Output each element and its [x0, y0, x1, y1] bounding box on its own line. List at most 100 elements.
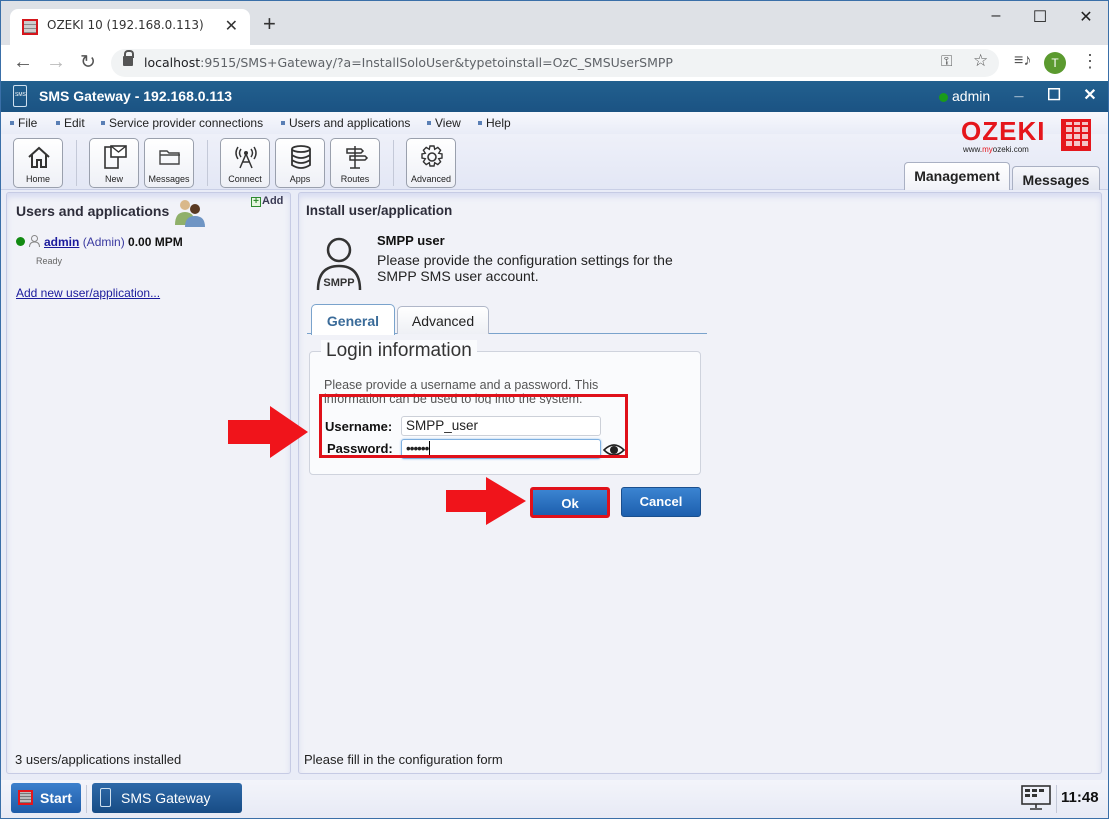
- messages-button[interactable]: Messages: [144, 138, 194, 188]
- form-description: Please provide the configuration setting…: [377, 252, 673, 284]
- add-new-user-link[interactable]: Add new user/application...: [16, 286, 160, 300]
- reload-icon[interactable]: ↻: [76, 51, 100, 74]
- plus-icon: +: [251, 197, 261, 207]
- ozeki-grid-icon: [1061, 119, 1091, 151]
- users-panel: Users and applications + Add admin (Admin…: [6, 192, 291, 774]
- smpp-icon-label: SMPP: [323, 277, 354, 289]
- navigation-bar: ← → ↻ localhost:9515/SMS+Gateway/?a=Inst…: [1, 45, 1108, 81]
- close-window-button[interactable]: ✕: [1071, 7, 1101, 27]
- gear-icon: [421, 145, 443, 167]
- user-role: (Admin): [82, 235, 125, 249]
- install-panel-title: Install user/application: [306, 203, 453, 218]
- ozeki-app: SMS SMS Gateway - 192.168.0.113 admin _ …: [1, 81, 1108, 818]
- brand-url-prefix: www.: [963, 145, 983, 154]
- cancel-button[interactable]: Cancel: [621, 487, 701, 517]
- star-icon[interactable]: ☆: [973, 51, 988, 71]
- toolbar-separator: [76, 140, 77, 186]
- profile-avatar[interactable]: T: [1044, 52, 1066, 74]
- list-item: admin (Admin) 0.00 MPM: [16, 235, 183, 249]
- ok-button[interactable]: Ok: [530, 487, 610, 518]
- new-label: New: [104, 174, 123, 184]
- add-user-button[interactable]: + Add: [251, 195, 283, 207]
- minimize-window-button[interactable]: –: [981, 7, 1011, 25]
- toolbar: Home New Messages Connect Apps Routes Ad…: [1, 116, 1108, 190]
- advanced-label: Advanced: [410, 174, 452, 184]
- logo-text: SMS: [15, 92, 26, 98]
- app-maximize-button[interactable]: ☐: [1044, 85, 1064, 105]
- menu-users-and-applications[interactable]: Users and applications: [281, 116, 410, 130]
- routes-button[interactable]: Routes: [330, 138, 380, 188]
- tab-title: OZEKI 10 (192.168.0.113): [47, 18, 204, 32]
- menu-help[interactable]: Help: [478, 116, 511, 130]
- new-tab-button[interactable]: +: [263, 11, 276, 37]
- app-minimize-button[interactable]: _: [1009, 82, 1029, 100]
- start-label: Start: [40, 790, 72, 806]
- app-titlebar: SMS SMS Gateway - 192.168.0.113 admin _ …: [1, 81, 1108, 112]
- menu-service-provider-connections[interactable]: Service provider connections: [101, 116, 263, 130]
- close-tab-icon[interactable]: ✕: [225, 16, 238, 36]
- new-button[interactable]: New: [89, 138, 139, 188]
- add-label: Add: [262, 195, 284, 207]
- back-icon[interactable]: ←: [11, 51, 35, 74]
- media-icon[interactable]: ≡♪: [1014, 52, 1031, 70]
- user-icon: [29, 235, 40, 247]
- signpost-icon: [346, 146, 369, 169]
- form-heading: SMPP user: [377, 233, 445, 248]
- browser-window: OZEKI 10 (192.168.0.113) ✕ + – ☐ ✕ ← → ↻…: [0, 0, 1109, 819]
- lock-icon[interactable]: [123, 50, 134, 66]
- form-status: Please fill in the configuration form: [304, 752, 503, 767]
- taskbar-separator: [1056, 785, 1057, 813]
- fieldset-legend: Login information: [321, 340, 477, 362]
- current-user[interactable]: admin: [952, 88, 990, 104]
- app-title: SMS Gateway - 192.168.0.113: [39, 88, 233, 104]
- tab-advanced[interactable]: Advanced: [397, 306, 489, 334]
- connect-button[interactable]: Connect: [220, 138, 270, 188]
- arrow-to-ok-icon: [446, 477, 526, 525]
- forward-icon[interactable]: →: [44, 51, 68, 74]
- ozeki-favicon-icon: [22, 19, 38, 35]
- menu-bar: File Edit Service provider connections U…: [1, 112, 1108, 134]
- ozeki-start-icon: [18, 790, 33, 805]
- monitor-icon[interactable]: [1021, 785, 1051, 811]
- browser-tab[interactable]: OZEKI 10 (192.168.0.113) ✕: [10, 9, 250, 45]
- tab-management[interactable]: Management: [904, 162, 1010, 190]
- home-label: Home: [25, 174, 50, 184]
- home-icon: [28, 146, 50, 168]
- menu-icon[interactable]: ⋮: [1081, 51, 1099, 72]
- menu-edit[interactable]: Edit: [56, 116, 85, 130]
- url-text[interactable]: localhost:9515/SMS+Gateway/?a=InstallSol…: [144, 55, 673, 70]
- connect-label: Connect: [228, 174, 262, 184]
- users-panel-title: Users and applications: [16, 203, 170, 219]
- toolbar-separator: [393, 140, 394, 186]
- arrow-to-credentials-icon: [228, 406, 308, 458]
- app-close-button[interactable]: ✕: [1080, 85, 1100, 105]
- brand-name: OZEKI: [961, 116, 1046, 146]
- user-online-icon: [939, 93, 948, 102]
- maximize-window-button[interactable]: ☐: [1025, 7, 1055, 27]
- user-link-admin[interactable]: admin: [44, 235, 79, 249]
- apps-button[interactable]: Apps: [275, 138, 325, 188]
- home-button[interactable]: Home: [13, 138, 63, 188]
- url-path: :9515/SMS+Gateway/?a=InstallSoloUser&typ…: [200, 55, 673, 70]
- antenna-icon: [235, 146, 257, 169]
- brand-url-suffix: ozeki.com: [992, 145, 1029, 154]
- user-status: Ready: [36, 256, 63, 266]
- key-icon[interactable]: ⚿: [941, 53, 952, 70]
- start-button[interactable]: Start: [11, 783, 81, 813]
- tab-strip: OZEKI 10 (192.168.0.113) ✕ + – ☐ ✕: [1, 1, 1108, 45]
- folder-icon: [159, 150, 180, 165]
- taskbar: Start SMS Gateway 11:48: [1, 780, 1108, 818]
- brand-url: www.myozeki.com: [963, 145, 1029, 154]
- menu-file[interactable]: File: [10, 116, 37, 130]
- address-bar[interactable]: localhost:9515/SMS+Gateway/?a=InstallSol…: [111, 49, 999, 77]
- menu-view[interactable]: View: [427, 116, 461, 130]
- advanced-button[interactable]: Advanced: [406, 138, 456, 188]
- clock: 11:48: [1061, 789, 1099, 806]
- tab-messages[interactable]: Messages: [1012, 166, 1100, 190]
- sms-gateway-task[interactable]: SMS Gateway: [92, 783, 242, 813]
- routes-label: Routes: [340, 174, 370, 184]
- credentials-highlight: [319, 394, 628, 458]
- smpp-user-icon: SMPP: [316, 237, 362, 291]
- tab-general[interactable]: General: [311, 304, 395, 335]
- database-icon: [291, 145, 311, 169]
